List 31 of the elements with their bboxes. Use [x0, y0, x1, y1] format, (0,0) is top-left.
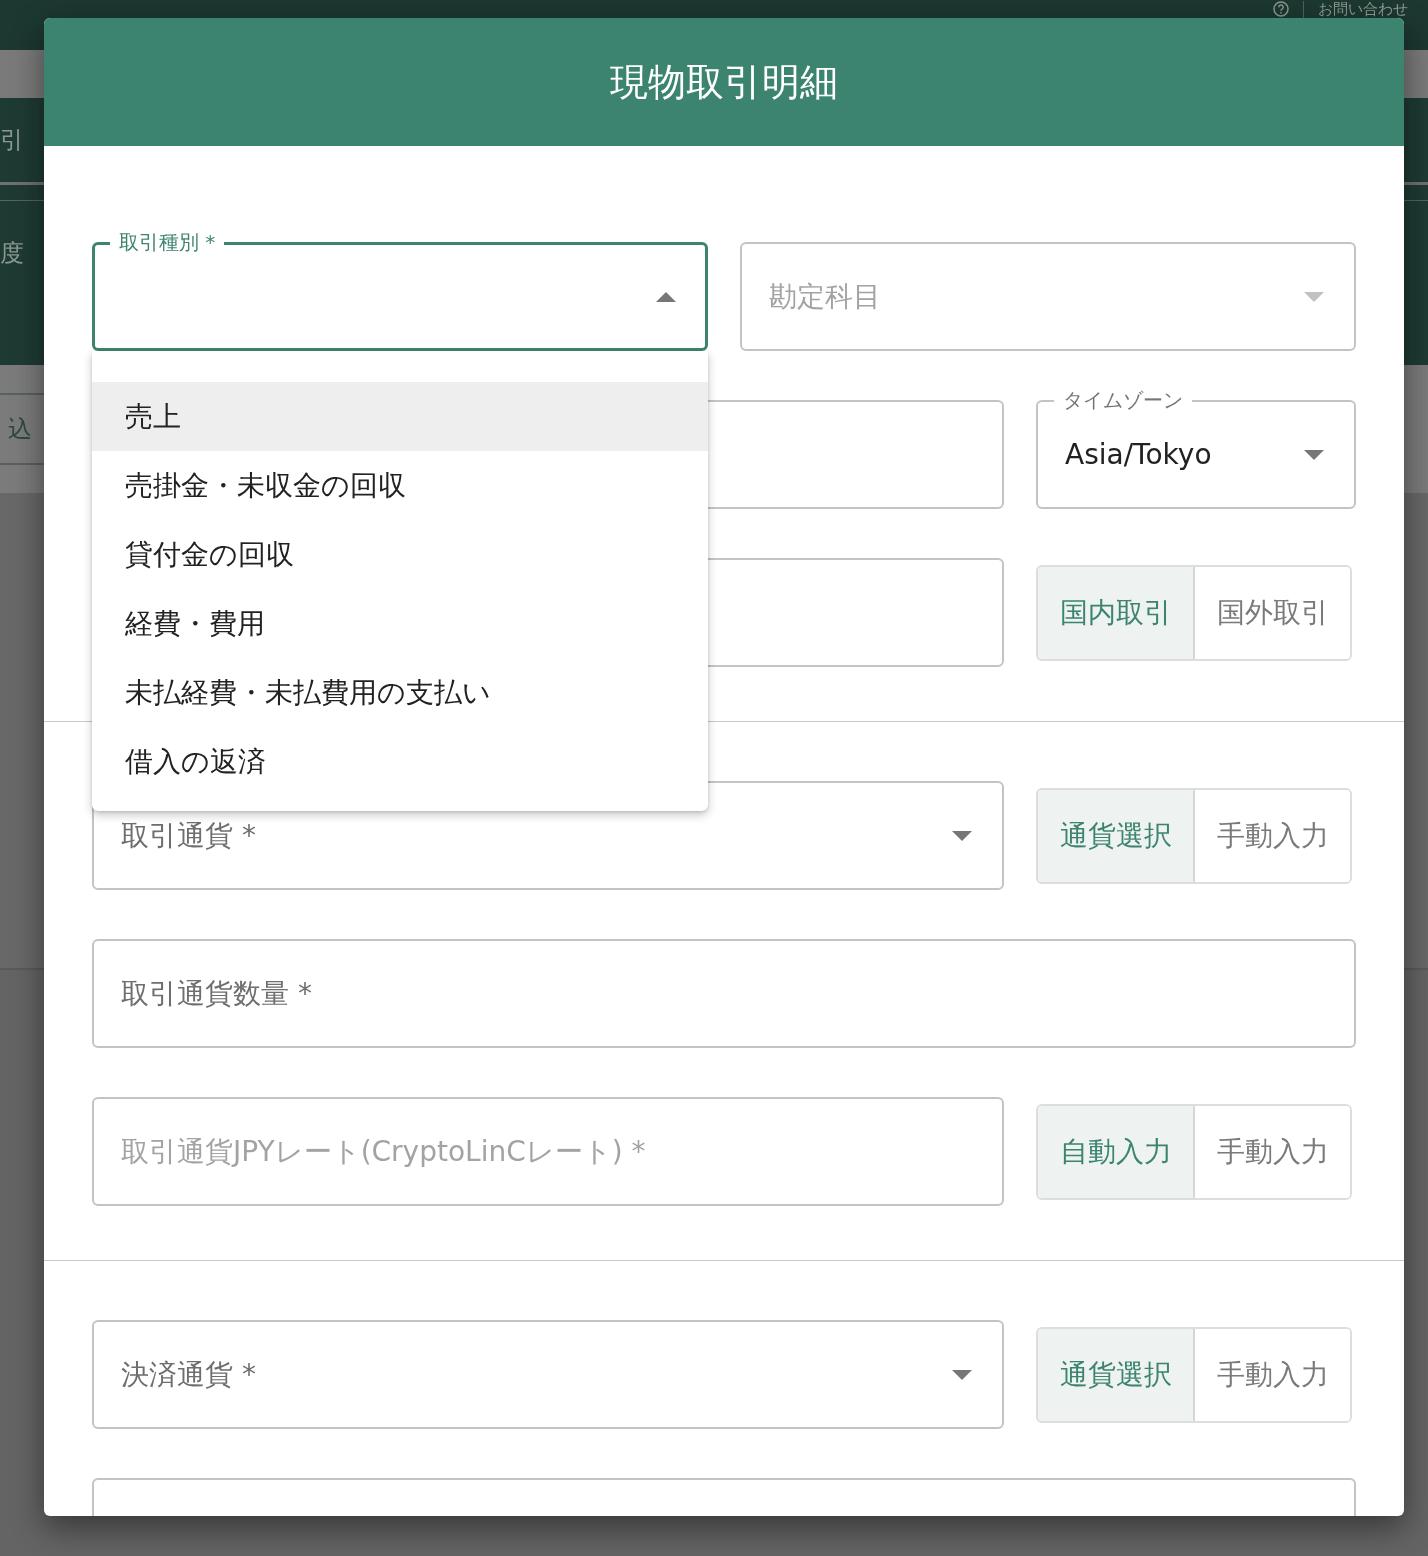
- field-label: 取引通貨JPYレート(CryptoLinCレート) *: [121, 1133, 646, 1170]
- caret-down-icon: [1304, 291, 1324, 302]
- field-label: 勘定科目: [769, 278, 881, 315]
- input-field[interactable]: [92, 1478, 1356, 1516]
- toggle-button[interactable]: 通貨選択: [1038, 1328, 1193, 1421]
- caret-up-icon: [656, 291, 676, 302]
- sidebar-tab[interactable]: 引: [0, 126, 24, 154]
- toggle-button[interactable]: 通貨選択: [1038, 789, 1193, 882]
- dialog-title: 現物取引明細: [610, 59, 838, 106]
- contact-link[interactable]: お問い合わせ: [1318, 1, 1408, 18]
- menu-item[interactable]: 売上: [92, 382, 708, 451]
- toggle-button[interactable]: 手動入力: [1193, 789, 1350, 882]
- field-label: 取引通貨 *: [121, 817, 256, 854]
- caret-down-icon: [1304, 449, 1324, 460]
- caret-down-icon: [952, 830, 972, 841]
- caret-down-icon: [952, 1369, 972, 1380]
- toggle-button[interactable]: 手動入力: [1193, 1328, 1350, 1421]
- input-field[interactable]: 取引通貨数量 *: [92, 939, 1356, 1048]
- field-label: 取引通貨数量 *: [121, 975, 312, 1012]
- menu-item[interactable]: 未払経費・未払費用の支払い: [92, 658, 708, 727]
- field-value: Asia/Tokyo: [1065, 436, 1212, 473]
- toggle-button[interactable]: 自動入力: [1038, 1105, 1193, 1198]
- select-field[interactable]: 決済通貨 *: [92, 1320, 1004, 1429]
- sidebar-item[interactable]: 度: [0, 239, 24, 267]
- toggle-button[interactable]: 手動入力: [1193, 1105, 1350, 1198]
- toggle-button[interactable]: 国内取引: [1038, 566, 1193, 659]
- help-icon[interactable]: [1273, 1, 1289, 17]
- menu-item[interactable]: 貸付金の回収: [92, 520, 708, 589]
- field-label: 決済通貨 *: [121, 1356, 256, 1393]
- toggle-button[interactable]: 国外取引: [1193, 566, 1350, 659]
- menu-item[interactable]: 売掛金・未収金の回収: [92, 451, 708, 520]
